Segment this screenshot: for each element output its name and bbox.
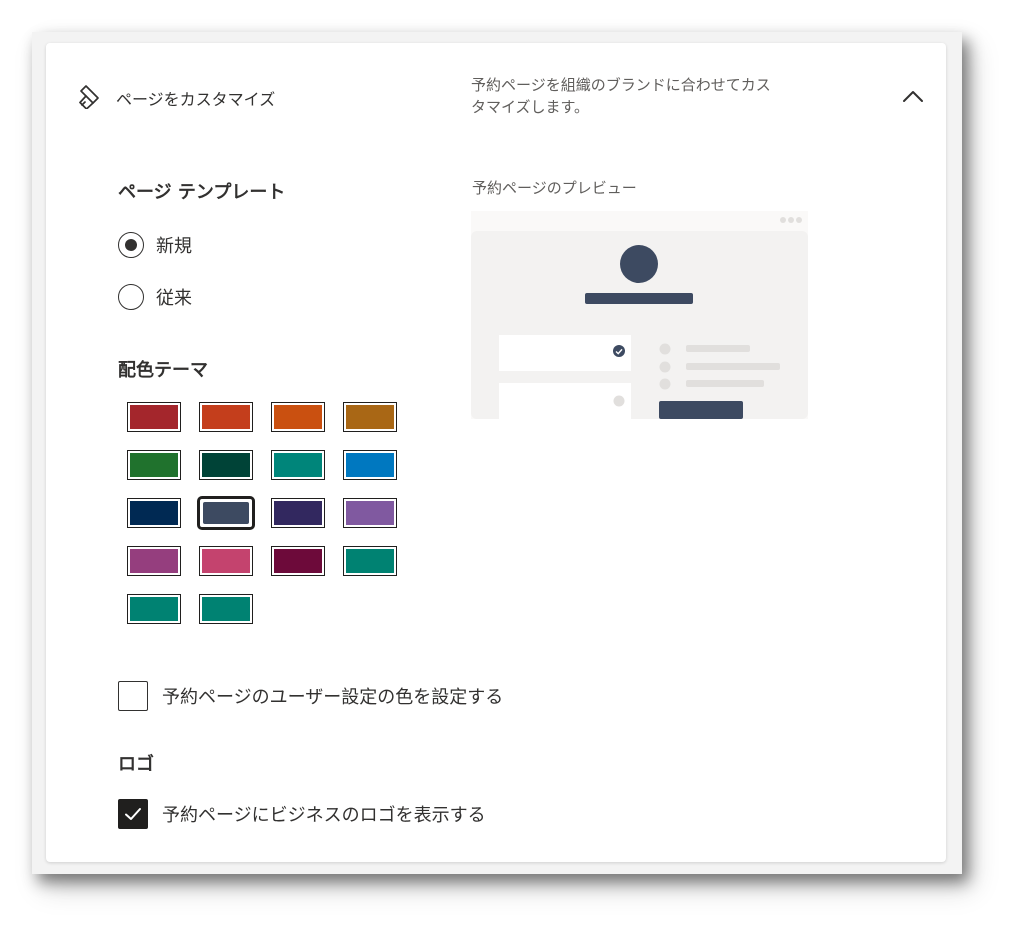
color-swatch-fill	[203, 502, 249, 524]
template-option-label: 従来	[156, 288, 192, 309]
color-swatch[interactable]	[343, 402, 397, 432]
color-swatch-fill	[274, 501, 322, 525]
color-swatch[interactable]	[197, 496, 255, 530]
color-swatch[interactable]	[343, 546, 397, 576]
preview-list-dot	[659, 343, 671, 355]
color-swatch[interactable]	[199, 546, 253, 576]
collapse-button[interactable]	[898, 82, 928, 110]
color-swatch[interactable]	[127, 594, 181, 624]
color-swatch-fill	[346, 453, 394, 477]
color-swatch-fill	[130, 405, 178, 429]
color-swatch[interactable]	[199, 450, 253, 480]
color-swatch-fill	[202, 405, 250, 429]
show-logo-checkbox[interactable]	[118, 799, 148, 829]
show-logo-label: 予約ページにビジネスのロゴを表示する	[162, 805, 486, 826]
preview-slot	[499, 383, 631, 419]
color-swatch[interactable]	[271, 450, 325, 480]
color-swatch[interactable]	[127, 402, 181, 432]
preview-book-button	[659, 401, 743, 419]
color-swatch-fill	[130, 549, 178, 573]
color-swatch[interactable]	[343, 498, 397, 528]
template-option-classic[interactable]: 従来	[118, 284, 192, 310]
color-swatch[interactable]	[127, 546, 181, 576]
template-section-title: ページ テンプレート	[118, 182, 286, 203]
radio-selected-dot	[125, 239, 137, 251]
color-swatch[interactable]	[271, 546, 325, 576]
header-description: 予約ページを組織のブランドに合わせてカスタマイズします。	[471, 76, 771, 116]
color-swatch-fill	[346, 405, 394, 429]
radio-button-classic[interactable]	[118, 284, 144, 310]
preview-dot	[780, 217, 786, 223]
preview-dot	[796, 217, 802, 223]
color-swatch-fill	[274, 453, 322, 477]
color-swatch-fill	[130, 453, 178, 477]
color-swatch[interactable]	[127, 498, 181, 528]
color-swatch[interactable]	[343, 450, 397, 480]
color-swatch[interactable]	[271, 498, 325, 528]
color-swatch-fill	[202, 453, 250, 477]
preview-slot-selected	[499, 335, 631, 371]
preview-slot-circle	[613, 395, 625, 407]
preview-list-line	[686, 380, 764, 387]
custom-color-label: 予約ページのユーザー設定の色を設定する	[162, 687, 504, 708]
preview-check-circle	[613, 345, 625, 357]
preview-list-dot	[659, 378, 671, 390]
color-swatch-fill	[130, 501, 178, 525]
preview-avatar	[620, 245, 658, 283]
logo-section-title: ロゴ	[118, 754, 154, 775]
preview-list-line	[686, 363, 780, 370]
preview-list-line	[686, 345, 750, 352]
chevron-up-icon	[903, 91, 923, 102]
color-swatch-fill	[346, 549, 394, 573]
color-swatch[interactable]	[127, 450, 181, 480]
preview-dot	[788, 217, 794, 223]
color-swatch-fill	[202, 549, 250, 573]
preview-label: 予約ページのプレビュー	[472, 179, 637, 197]
preview-list-dot	[659, 361, 671, 373]
page-title: ページをカスタマイズ	[116, 90, 276, 109]
color-swatch-fill	[274, 405, 322, 429]
template-option-new[interactable]: 新規	[118, 232, 192, 258]
custom-color-checkbox[interactable]	[118, 681, 148, 711]
template-option-label: 新規	[156, 236, 192, 257]
color-swatch-fill	[130, 597, 178, 621]
color-swatch[interactable]	[199, 594, 253, 624]
radio-button-new[interactable]	[118, 232, 144, 258]
checkmark-icon	[125, 808, 141, 820]
customize-page-card	[46, 43, 946, 862]
paintbrush-icon	[76, 83, 102, 110]
color-swatch[interactable]	[271, 402, 325, 432]
color-swatch[interactable]	[199, 402, 253, 432]
color-theme-title: 配色テーマ	[118, 360, 208, 381]
color-swatch-fill	[346, 501, 394, 525]
preview-title-bar	[585, 293, 693, 304]
booking-page-preview	[471, 211, 808, 419]
show-logo-option[interactable]: 予約ページにビジネスのロゴを表示する	[118, 799, 486, 829]
color-swatch-fill	[274, 549, 322, 573]
custom-color-option[interactable]: 予約ページのユーザー設定の色を設定する	[118, 681, 503, 711]
color-swatch-fill	[202, 597, 250, 621]
